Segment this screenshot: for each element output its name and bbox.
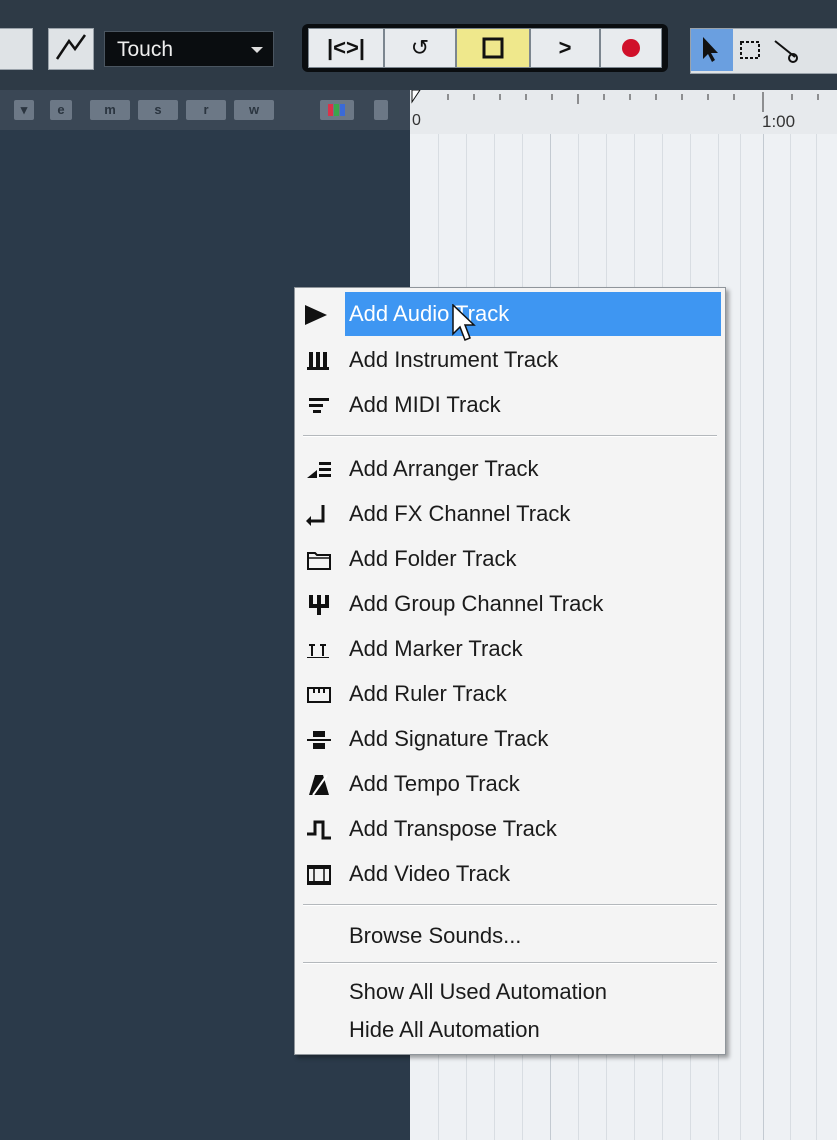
menu-item-hide-all-automation[interactable]: Hide All Automation [299, 1008, 721, 1052]
automation-curve-icon [55, 34, 87, 60]
automation-mode-button[interactable] [48, 28, 94, 70]
menu-item-add-transpose-track[interactable]: Add Transpose Track [299, 807, 721, 851]
menu-item-add-ruler-track[interactable]: Add Ruler Track [299, 672, 721, 716]
menu-item-label: Add Ruler Track [349, 681, 507, 706]
range-select-icon [740, 41, 760, 59]
transport-panel: |< >| ↺ > [302, 24, 668, 72]
record-button[interactable] [600, 28, 662, 68]
track-list-menu-button[interactable]: ▾ [14, 100, 34, 120]
grid-line [740, 134, 741, 1140]
goto-start-icon: |< [326, 35, 346, 60]
fx-channel-icon [306, 505, 325, 526]
menu-item-label: Add MIDI Track [349, 392, 501, 417]
arrow-cursor-icon [703, 37, 718, 62]
film-icon [307, 865, 331, 885]
toolbar: Touch |< >| ↺ > [0, 0, 837, 90]
scissors-icon [774, 40, 798, 63]
read-all-button[interactable]: r [186, 100, 226, 120]
grid-line [763, 134, 764, 1140]
metronome-icon [309, 774, 329, 796]
menu-item-label: Hide All Automation [349, 1017, 540, 1042]
ruler-marker-label: 1:00 [762, 112, 796, 131]
edit-button[interactable]: e [50, 100, 72, 120]
automation-mode-select[interactable]: Touch [104, 31, 274, 67]
timeline-ruler[interactable]: 0 1:00 [410, 90, 837, 135]
menu-item-label: Add Transpose Track [349, 816, 557, 841]
menu-item-label: Add Group Channel Track [349, 591, 604, 616]
menu-item-label: Add Audio Track [349, 301, 510, 326]
grid-line [816, 134, 817, 1140]
menu-item-label: Add Signature Track [349, 726, 549, 751]
range-selection-tool[interactable] [737, 37, 763, 63]
menu-item-add-tempo-track[interactable]: Add Tempo Track [299, 762, 721, 806]
menu-separator [303, 435, 717, 437]
arranger-icon [307, 462, 331, 478]
folder-icon [307, 552, 331, 570]
menu-item-add-fx-channel-track[interactable]: Add FX Channel Track [299, 492, 721, 536]
track-list-splitter[interactable] [374, 100, 388, 120]
menu-item-add-midi-track[interactable]: Add MIDI Track [299, 383, 721, 427]
menu-item-label: Add Video Track [349, 861, 511, 886]
goto-start-button[interactable]: |< >| [308, 28, 384, 68]
menu-item-label: Add Arranger Track [349, 456, 539, 481]
menu-separator [303, 904, 717, 906]
menu-item-add-arranger-track[interactable]: Add Arranger Track [299, 447, 721, 491]
marker-icon [307, 644, 329, 658]
menu-item-label: Add FX Channel Track [349, 501, 571, 526]
stop-button[interactable] [456, 28, 530, 68]
toolbar-left-button[interactable] [0, 28, 33, 70]
cycle-icon: ↺ [410, 35, 430, 60]
menu-item-add-folder-track[interactable]: Add Folder Track [299, 537, 721, 581]
automation-mode-value: Touch [117, 38, 174, 61]
play-icon: > [558, 35, 572, 60]
object-selection-tool[interactable] [691, 29, 733, 71]
menu-item-add-instrument-track[interactable]: Add Instrument Track [299, 338, 721, 382]
menu-item-add-video-track[interactable]: Add Video Track [299, 852, 721, 896]
menu-item-add-signature-track[interactable]: Add Signature Track [299, 717, 721, 761]
signature-icon [307, 731, 331, 749]
grid-line [790, 134, 791, 1140]
tool-palette [690, 28, 837, 74]
play-button[interactable]: > [530, 28, 600, 68]
write-all-button[interactable]: w [234, 100, 274, 120]
ruler-start-label: 0 [412, 112, 421, 129]
track-colors-button[interactable] [320, 100, 354, 120]
piano-keys-icon [307, 352, 329, 370]
menu-item-label: Add Marker Track [349, 636, 523, 661]
mute-all-button[interactable]: m [90, 100, 130, 120]
midi-bars-icon [309, 398, 329, 413]
group-channel-icon [309, 595, 329, 615]
menu-item-browse-sounds[interactable]: Browse Sounds... [299, 914, 721, 958]
cycle-button[interactable]: ↺ [384, 28, 456, 68]
menu-item-label: Add Instrument Track [349, 347, 559, 372]
chevron-down-icon [251, 47, 263, 53]
color-bars-icon [328, 104, 345, 116]
stop-icon [482, 37, 504, 59]
menu-item-label: Add Tempo Track [349, 771, 520, 796]
ruler-icon [307, 687, 331, 703]
menu-item-add-audio-track[interactable]: Add Audio Track [305, 292, 721, 336]
track-list-toolbar: ▾ e m s r w [0, 90, 410, 130]
goto-end-icon: >| [346, 35, 366, 60]
mouse-cursor-icon [452, 304, 476, 341]
record-icon [622, 39, 640, 57]
menu-separator [303, 962, 717, 964]
menu-item-add-group-channel-track[interactable]: Add Group Channel Track [299, 582, 721, 626]
transpose-icon [307, 820, 331, 840]
play-triangle-icon [305, 305, 327, 325]
menu-item-add-marker-track[interactable]: Add Marker Track [299, 627, 721, 671]
menu-item-label: Browse Sounds... [349, 923, 522, 948]
solo-all-button[interactable]: s [138, 100, 178, 120]
menu-item-label: Add Folder Track [349, 546, 517, 571]
add-track-context-menu: Add Audio Track Add Instrument Track Add… [294, 287, 726, 1055]
split-tool[interactable] [771, 37, 801, 65]
